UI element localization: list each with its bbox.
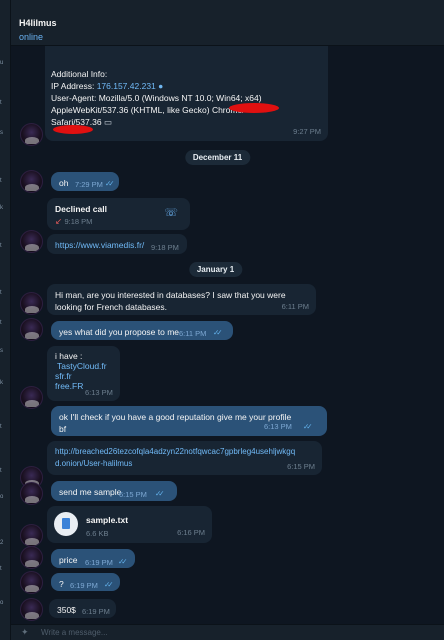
timestamp: 9:27 PM: [293, 127, 321, 136]
message-input[interactable]: Write a message...: [41, 628, 108, 637]
avatar[interactable]: [20, 482, 43, 505]
outgoing-message[interactable]: price 6:19 PM ✓✓: [51, 549, 135, 568]
info-ip-line: IP Address: 176.157.42.231 ●: [51, 81, 164, 91]
info-ua2: AppleWebKit/537.36 (KHTML, like Gecko) C…: [51, 105, 245, 115]
file-icon[interactable]: [54, 512, 78, 536]
missed-call-icon: ↙: [55, 216, 63, 226]
incoming-message[interactable]: i have : TastyCloud.fr sfr.fr free.FR 6:…: [47, 346, 120, 401]
avatar[interactable]: [20, 546, 43, 569]
chat-header[interactable]: H4lilmus online: [11, 0, 444, 46]
info-ua3-line: Safari/537.36 ▭: [51, 117, 112, 127]
message-list[interactable]: Additional Info: IP Address: 176.157.42.…: [11, 46, 444, 624]
avatar[interactable]: [20, 598, 43, 621]
avatar[interactable]: [20, 292, 43, 315]
message-composer[interactable]: ✦ Write a message...: [11, 624, 444, 640]
avatar[interactable]: [20, 571, 43, 594]
redaction-mark: [53, 125, 93, 134]
outgoing-message[interactable]: ? 6:19 PM ✓✓: [51, 573, 120, 591]
info-heading: Additional Info:: [51, 69, 108, 79]
outgoing-message[interactable]: yes what did you propose to me 6:11 PM ✓…: [51, 321, 233, 340]
info-ua1: User-Agent: Mozilla/5.0 (Windows NT 10.0…: [51, 93, 262, 103]
chat-status: online: [19, 32, 44, 42]
read-check-icon: ✓✓: [118, 557, 127, 566]
avatar[interactable]: [20, 318, 43, 341]
phone-icon[interactable]: ☏: [164, 207, 178, 219]
attach-icon[interactable]: ✦: [21, 627, 29, 638]
chat-list-strip[interactable]: u t s t k t t t s k t t o 2 t o: [0, 0, 11, 640]
file-name: sample.txt: [86, 515, 129, 525]
avatar[interactable]: [20, 386, 43, 409]
file-size: 6.6 KB: [86, 529, 109, 538]
read-check-icon: ✓✓: [155, 489, 164, 498]
monitor-icon: ▭: [103, 117, 112, 127]
incoming-message[interactable]: Hi man, are you interested in databases?…: [47, 284, 316, 315]
outgoing-message[interactable]: ok I'll check if you have a good reputat…: [51, 406, 327, 436]
avatar[interactable]: [20, 524, 43, 547]
read-check-icon: ✓✓: [213, 328, 222, 337]
file-message[interactable]: sample.txt 6.6 KB 6:16 PM: [47, 506, 212, 543]
incoming-message[interactable]: http://breached26tezcofqla4adzyn22notfqw…: [47, 441, 322, 475]
redaction-mark: [229, 103, 279, 113]
avatar[interactable]: [20, 170, 43, 193]
read-check-icon: ✓✓: [303, 422, 312, 431]
date-separator: January 1: [188, 262, 243, 277]
avatar[interactable]: [20, 123, 43, 146]
incoming-message[interactable]: https://www.viamedis.fr/ 9:18 PM: [47, 234, 187, 254]
ip-address[interactable]: 176.157.42.231: [97, 81, 156, 91]
globe-icon: ●: [158, 81, 164, 91]
call-title: Declined call: [55, 204, 107, 214]
outgoing-message[interactable]: send me sample 6:15 PM ✓✓: [51, 481, 177, 501]
read-check-icon: ✓✓: [105, 179, 114, 188]
date-separator: December 11: [184, 150, 251, 165]
read-check-icon: ✓✓: [104, 580, 113, 589]
chat-title: H4lilmus: [19, 18, 57, 28]
outgoing-message[interactable]: oh 7:29 PM ✓✓: [51, 172, 119, 191]
call-message[interactable]: Declined call ↙ 9:18 PM ☏: [47, 198, 190, 230]
avatar[interactable]: [20, 230, 43, 253]
incoming-message[interactable]: 350$ 6:19 PM: [49, 599, 116, 618]
message-link[interactable]: https://www.viamedis.fr/: [55, 240, 144, 250]
